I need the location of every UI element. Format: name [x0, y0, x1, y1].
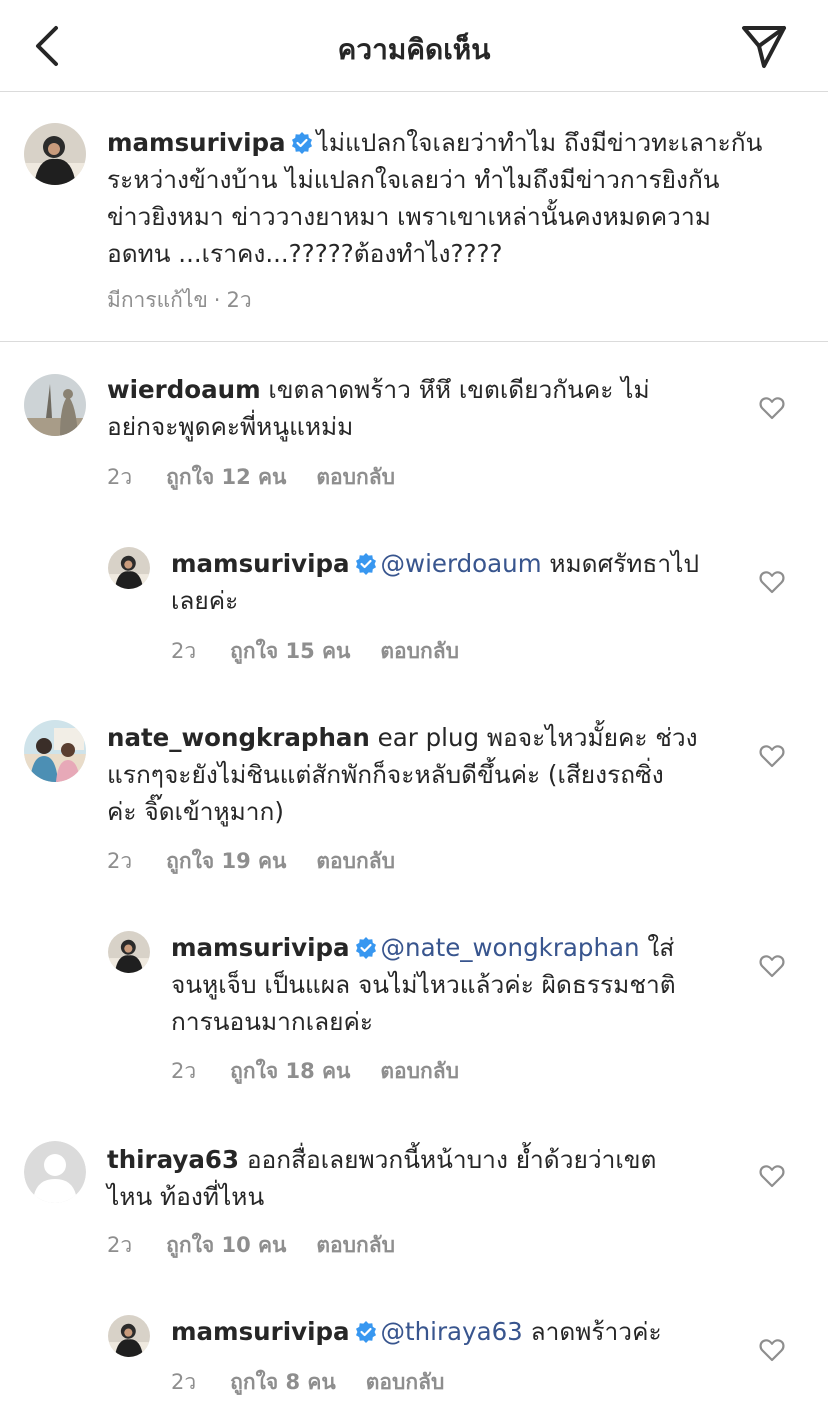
- likes-count[interactable]: ถูกใจ 12 คน: [166, 465, 286, 489]
- comment-text: เขตลาดพร้าว หึหึ เขตเดียวกันคะ ไม่: [268, 375, 650, 404]
- timestamp: 2ว: [107, 1233, 133, 1257]
- reply-button[interactable]: ตอบกลับ: [316, 849, 395, 873]
- heart-icon[interactable]: [759, 1338, 785, 1362]
- reply-button[interactable]: ตอบกลับ: [316, 465, 395, 489]
- reply-button[interactable]: ตอบกลับ: [380, 639, 459, 663]
- username[interactable]: mamsurivipa: [171, 549, 350, 578]
- mention-link[interactable]: @nate_wongkraphan: [381, 933, 640, 962]
- comment-text: อย่กจะพูดคะพี่หนูแหม่ม: [107, 412, 354, 441]
- caption-line: ระหว่างข้างบ้าน ไม่แปลกใจเลยว่า ทำไมถึงม…: [107, 165, 720, 194]
- heart-icon[interactable]: [759, 744, 785, 768]
- timestamp: 2ว: [171, 1059, 197, 1083]
- edited-label: มีการแก้ไข: [107, 288, 208, 312]
- timestamp: 2ว: [171, 639, 197, 663]
- comment-text: หมดศรัทธาไป: [549, 549, 700, 578]
- verified-badge-icon: [355, 937, 376, 959]
- avatar[interactable]: [24, 374, 86, 436]
- page-title: ความคิดเห็น: [337, 33, 491, 66]
- likes-count[interactable]: ถูกใจ 8 คน: [230, 1370, 336, 1394]
- send-direct-icon[interactable]: [740, 24, 788, 70]
- top-bar: ความคิดเห็น: [0, 0, 828, 92]
- comment-text: ear plug พอจะไหวมั้ยคะ ช่วง: [377, 723, 698, 752]
- verified-badge-icon: [355, 553, 376, 575]
- avatar[interactable]: [108, 931, 150, 973]
- mention-link[interactable]: @wierdoaum: [381, 549, 542, 578]
- post-caption: mamsurivipa ไม่แปลกใจเลยว่าทำไม ถึงมีข่าว…: [0, 92, 828, 342]
- comment-text: ใส่: [647, 933, 675, 962]
- likes-count[interactable]: ถูกใจ 15 คน: [230, 639, 350, 663]
- caption-meta: มีการแก้ไข · 2ว: [107, 288, 252, 312]
- timestamp: 2ว: [226, 288, 252, 312]
- caption-line: อดทน ...เราคง...?????ต้องทำไง????: [107, 239, 503, 268]
- caption-line: ข่าวยิงหมา ข่าววางยาหมา เพราเขาเหล่านั้น…: [107, 202, 711, 231]
- heart-icon[interactable]: [759, 1164, 785, 1188]
- reply-button[interactable]: ตอบกลับ: [380, 1059, 459, 1083]
- reply-button[interactable]: ตอบกลับ: [366, 1370, 445, 1394]
- mention-link[interactable]: @thiraya63: [381, 1317, 523, 1346]
- verified-badge-icon: [291, 132, 312, 154]
- username[interactable]: mamsurivipa: [107, 128, 286, 157]
- avatar[interactable]: [24, 720, 86, 782]
- likes-count[interactable]: ถูกใจ 10 คน: [166, 1233, 286, 1257]
- username[interactable]: mamsurivipa: [171, 933, 350, 962]
- comment-text: แรกๆจะยังไม่ชินแต่สักพักก็จะหลับดีขึ้นค่…: [107, 760, 664, 789]
- heart-icon[interactable]: [759, 396, 785, 420]
- timestamp: 2ว: [171, 1370, 197, 1394]
- avatar[interactable]: [108, 1315, 150, 1357]
- comment-text: ค่ะ จิ๊ดเข้าหูมาก): [107, 797, 284, 826]
- username[interactable]: mamsurivipa: [171, 1317, 350, 1346]
- comment-text: ลาดพร้าวค่ะ: [530, 1317, 662, 1346]
- default-avatar-icon[interactable]: [24, 1141, 86, 1203]
- verified-badge-icon: [355, 1321, 376, 1343]
- comment-text: การนอนมากเลยค่ะ: [171, 1007, 373, 1036]
- timestamp: 2ว: [107, 465, 133, 489]
- reply-button[interactable]: ตอบกลับ: [316, 1233, 395, 1257]
- likes-count[interactable]: ถูกใจ 18 คน: [230, 1059, 350, 1083]
- heart-icon[interactable]: [759, 570, 785, 594]
- caption-line: ไม่แปลกใจเลยว่าทำไม ถึงมีข่าวทะเลาะกัน: [316, 128, 763, 157]
- heart-icon[interactable]: [759, 954, 785, 978]
- timestamp: 2ว: [107, 849, 133, 873]
- comment-text: จนหูเจ็บ เป็นแผล จนไม่ไหวแล้วค่ะ ผิดธรรม…: [171, 970, 676, 999]
- avatar[interactable]: [108, 547, 150, 589]
- username[interactable]: wierdoaum: [107, 375, 261, 404]
- comment-text: ไหน ท้องที่ไหน: [107, 1182, 265, 1211]
- comment-text: เลยค่ะ: [171, 586, 239, 615]
- comment-text: ออกสื่อเลยพวกนี้หน้าบาง ย้ำด้วยว่าเขต: [246, 1145, 657, 1174]
- username[interactable]: nate_wongkraphan: [107, 723, 370, 752]
- avatar[interactable]: [24, 123, 86, 185]
- likes-count[interactable]: ถูกใจ 19 คน: [166, 849, 286, 873]
- username[interactable]: thiraya63: [107, 1145, 239, 1174]
